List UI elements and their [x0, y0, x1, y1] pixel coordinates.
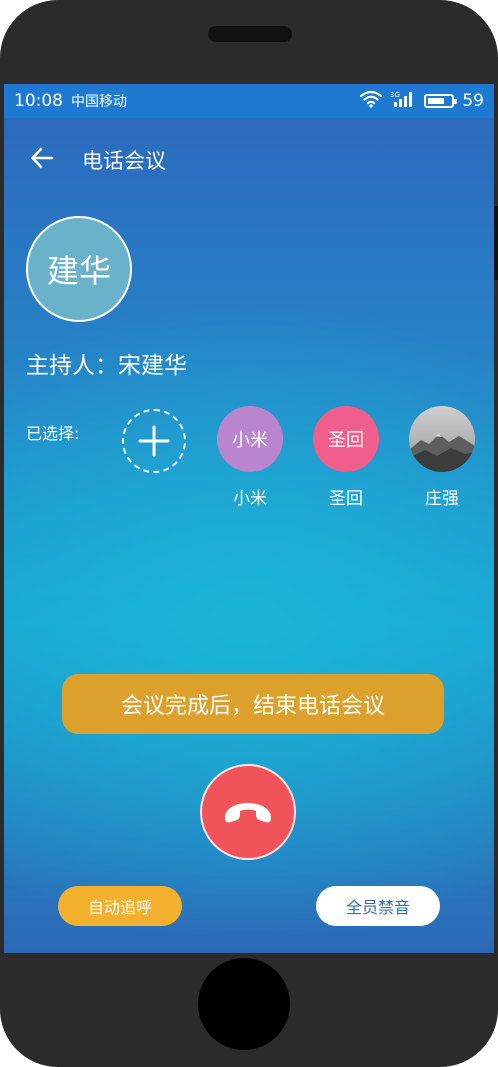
notice-text: 会议完成后，结束电话会议: [120, 694, 385, 719]
battery-level-fill: [428, 98, 444, 104]
plus-icon: [138, 425, 170, 457]
participant-photo-avatar: [409, 406, 475, 472]
participant-item[interactable]: 圣回 圣回: [311, 406, 381, 509]
participant-avatar: 小米: [217, 406, 283, 472]
selected-label: 已选择:: [26, 424, 80, 443]
end-call-notice: 会议完成后，结束电话会议: [62, 674, 444, 734]
host-label: 主持人：宋建华: [26, 353, 187, 379]
back-button[interactable]: [26, 144, 58, 172]
participant-name: 庄强: [425, 489, 459, 509]
mute-all-label: 全员禁音: [345, 898, 410, 917]
battery-icon: [424, 94, 458, 108]
participant-avatar: 圣回: [313, 406, 379, 472]
app-header: 电话会议: [4, 136, 494, 180]
landscape-photo-icon: [409, 406, 475, 472]
hang-up-button[interactable]: [200, 764, 296, 860]
signal-icon: 3G: [390, 90, 416, 112]
battery-percent: 59: [462, 91, 484, 111]
screen: 10:08 中国移动 3G 59 电话会议 建华 主持人：宋建华 已选择: 小米…: [4, 84, 494, 953]
earpiece-speaker: [208, 26, 292, 42]
status-bar: 10:08 中国移动 3G 59: [4, 84, 494, 118]
phone-hangup-icon: [224, 803, 272, 823]
wifi-icon: [360, 90, 383, 112]
auto-redial-label: 自动追呼: [87, 898, 152, 917]
page-title: 电话会议: [82, 149, 166, 173]
status-carrier: 中国移动: [71, 94, 127, 110]
status-indicators: 3G 59: [360, 90, 484, 112]
participant-avatar-text: 圣回: [328, 430, 364, 451]
status-time: 10:08: [14, 91, 63, 111]
mute-all-button[interactable]: 全员禁音: [316, 886, 440, 926]
participant-item[interactable]: 庄强: [407, 406, 477, 509]
participant-name: 小米: [233, 489, 267, 509]
participant-name: 圣回: [329, 489, 363, 509]
back-arrow-icon: [31, 147, 54, 169]
phone-frame: 10:08 中国移动 3G 59 电话会议 建华 主持人：宋建华 已选择: 小米…: [0, 0, 498, 1067]
add-participant-button[interactable]: [122, 409, 186, 473]
home-button[interactable]: [198, 958, 290, 1050]
participant-item[interactable]: 小米 小米: [215, 406, 285, 509]
host-avatar: 建华: [26, 216, 132, 322]
participant-avatar-text: 小米: [232, 430, 268, 451]
auto-redial-button[interactable]: 自动追呼: [58, 886, 182, 926]
host-avatar-text: 建华: [46, 252, 111, 290]
network-type-label: 3G: [390, 91, 400, 99]
